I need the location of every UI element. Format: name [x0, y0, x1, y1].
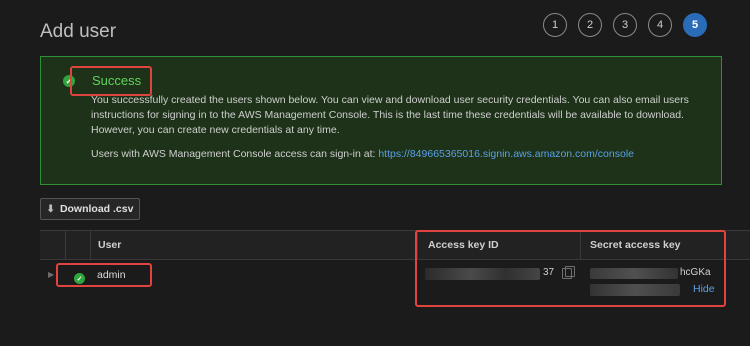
success-highlight-box — [70, 66, 152, 96]
expand-row-icon[interactable]: ▶ — [48, 270, 54, 279]
download-icon: ⬇ — [46, 203, 55, 215]
signin-prefix: Users with AWS Management Console access… — [91, 148, 379, 160]
step-1[interactable]: 1 — [543, 13, 567, 37]
step-3[interactable]: 3 — [613, 13, 637, 37]
step-2[interactable]: 2 — [578, 13, 602, 37]
download-csv-button[interactable]: ⬇ Download .csv — [40, 198, 140, 220]
wizard-steps: 1 2 3 4 5 — [543, 13, 707, 37]
signin-url-link[interactable]: https://849665365016.signin.aws.amazon.c… — [378, 148, 634, 160]
step-4[interactable]: 4 — [648, 13, 672, 37]
alert-message: You successfully created the users shown… — [91, 94, 689, 136]
admin-highlight-box — [56, 263, 152, 287]
keys-highlight-box — [415, 230, 726, 307]
download-label: Download .csv — [59, 203, 134, 215]
page-title: Add user — [40, 20, 117, 42]
step-5-active[interactable]: 5 — [683, 13, 707, 37]
header-user[interactable]: User — [98, 231, 121, 259]
signin-line: Users with AWS Management Console access… — [91, 148, 634, 160]
